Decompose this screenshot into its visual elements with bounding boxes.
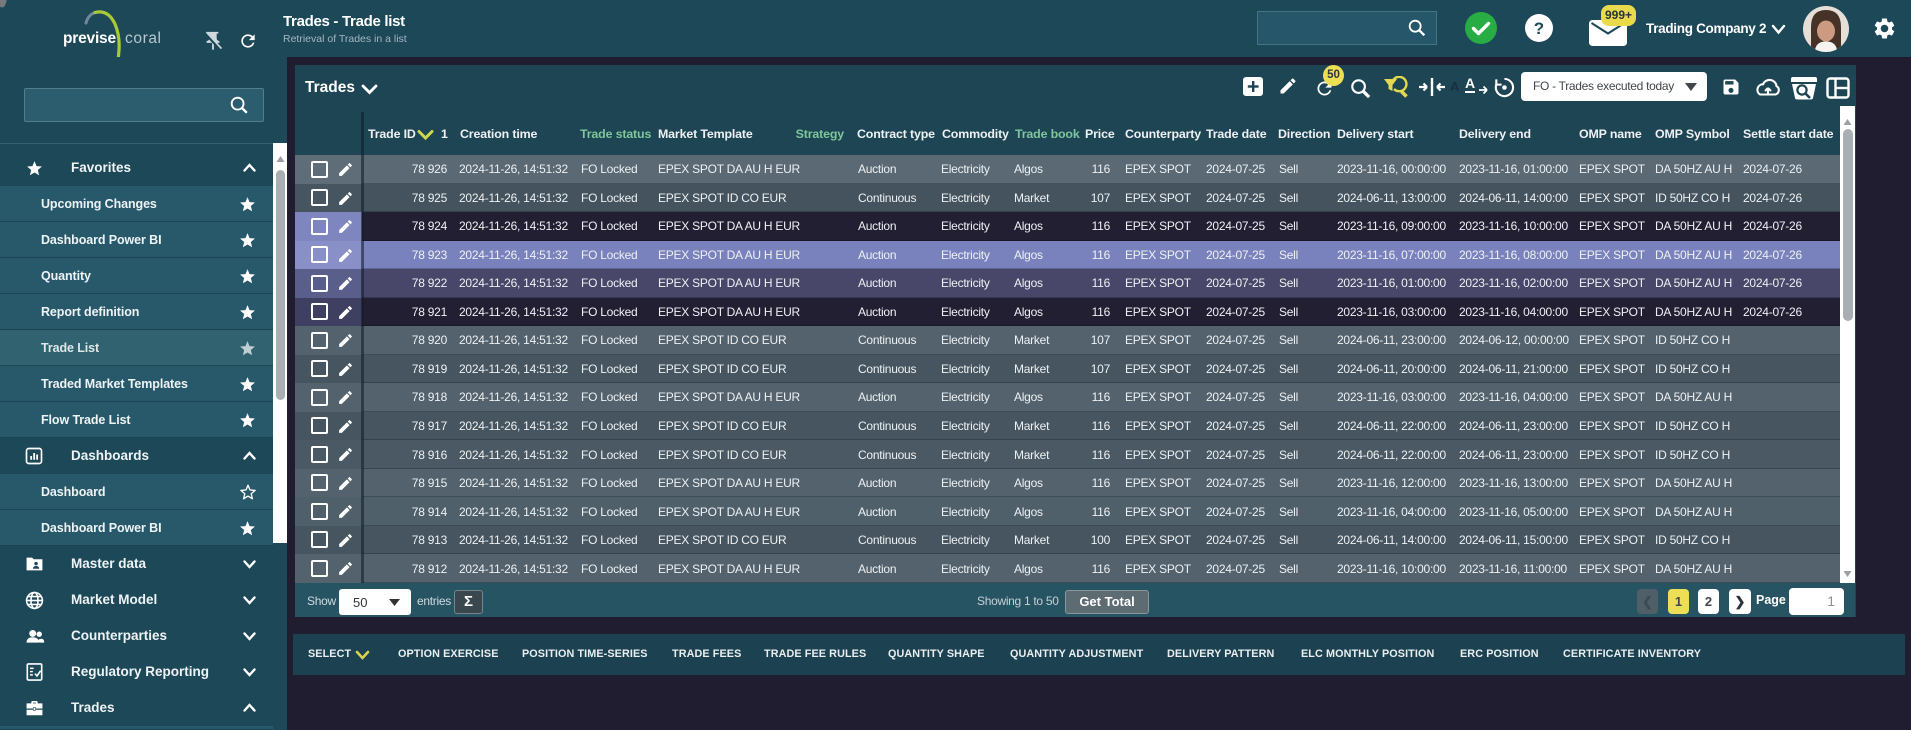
svg-text:?: ? — [1534, 19, 1544, 38]
